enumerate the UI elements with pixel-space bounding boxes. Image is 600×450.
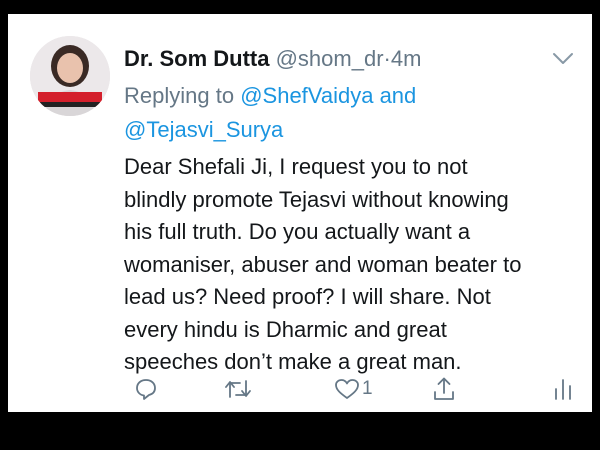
like-count: 1 — [362, 378, 373, 399]
reply-mention-shefvaidya[interactable]: @ShefVaidya — [240, 83, 373, 108]
reply-mention-tejasvi-surya[interactable]: @Tejasvi_Surya — [124, 117, 283, 142]
reply-prefix: Replying to — [124, 83, 235, 108]
retweet-button[interactable] — [224, 374, 252, 404]
tweet-text-line: every hindu is Dharmic and great — [124, 316, 447, 342]
chevron-down-icon — [553, 53, 573, 64]
tweet-text-line: blindly promote Tejasvi without knowing — [124, 186, 509, 212]
tweet-text: Dear Shefali Ji, I request you to not bl… — [124, 151, 584, 379]
reply-conjunction[interactable]: and — [380, 83, 417, 108]
retweet-icon — [225, 380, 251, 398]
separator-dot: · — [383, 46, 391, 71]
tweet-text-line: womaniser, abuser and woman beater to — [124, 251, 522, 277]
author-handle[interactable]: @shom_dr — [276, 46, 384, 71]
avatar[interactable] — [30, 36, 110, 116]
reply-context: Replying to @ShefVaidya and @Tejasvi_Sur… — [124, 79, 416, 147]
tweet-actions: 1 — [124, 374, 584, 404]
analytics-icon — [555, 379, 571, 400]
avatar-photo-icon — [30, 36, 110, 116]
reply-button[interactable] — [134, 374, 158, 404]
heart-icon — [335, 379, 359, 399]
author-name[interactable]: Dr. Som Dutta — [124, 46, 269, 71]
timestamp[interactable]: 4m — [391, 46, 422, 71]
tweet-menu-button[interactable] — [552, 52, 574, 66]
reply-icon — [136, 379, 156, 400]
share-icon — [434, 377, 454, 400]
tweet-text-line: Dear Shefali Ji, I request you to not — [124, 154, 468, 179]
like-button[interactable]: 1 — [334, 374, 373, 404]
tweet-text-line: his full truth. Do you actually want a — [124, 219, 471, 244]
analytics-button[interactable] — [552, 374, 574, 404]
tweet-header: Dr. Som Dutta @shom_dr·4m — [124, 44, 421, 74]
share-button[interactable] — [432, 374, 456, 404]
tweet-card: Dr. Som Dutta @shom_dr·4m Replying to @S… — [8, 14, 592, 412]
tweet-text-line: lead us? Need proof? I will share. Not — [124, 284, 491, 309]
